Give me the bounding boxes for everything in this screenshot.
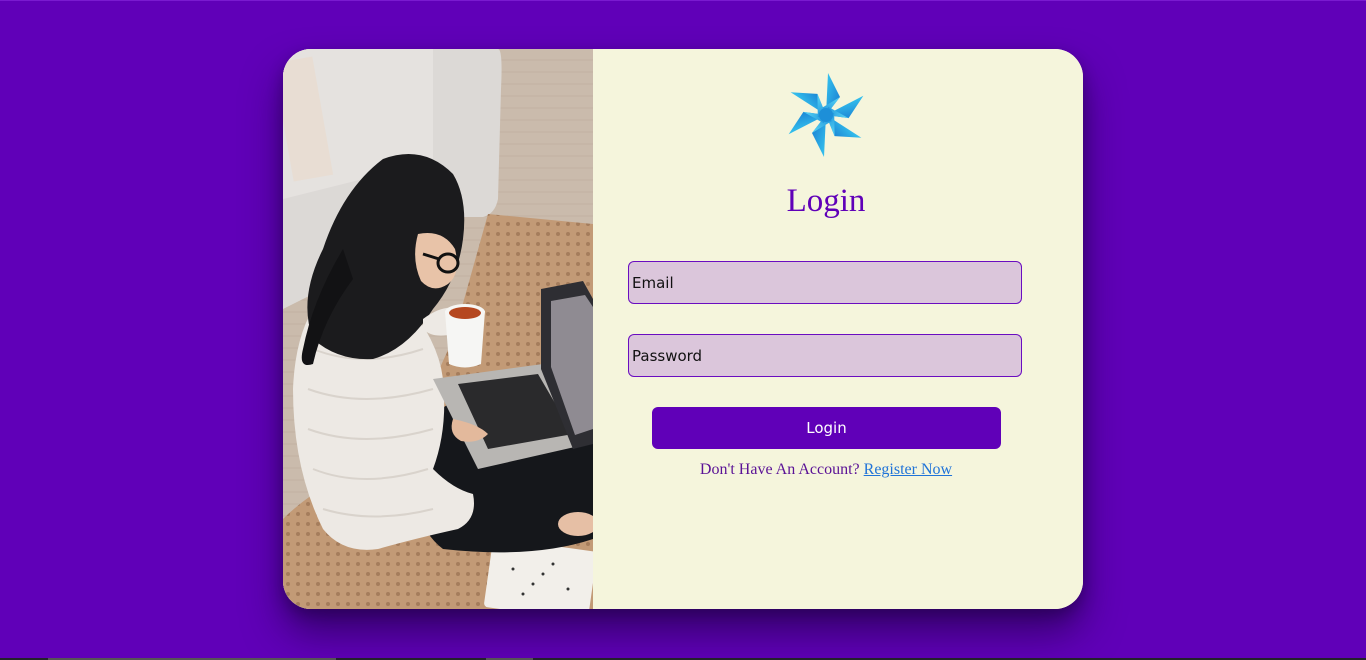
top-border-line (0, 0, 1366, 1)
register-prompt-text: Don't Have An Account? (699, 461, 860, 478)
hero-photo (283, 49, 593, 609)
password-field[interactable] (628, 334, 1022, 377)
register-prompt: Don't Have An Account? Register Now (593, 461, 1059, 479)
register-now-link[interactable]: Register Now (864, 461, 952, 478)
email-field[interactable] (628, 261, 1022, 304)
pinwheel-logo-icon (783, 71, 869, 159)
page-title: Login (786, 183, 866, 219)
login-card: Login Login Don't Have An Account? Regis… (283, 49, 1083, 609)
login-button[interactable]: Login (652, 407, 1001, 449)
login-form-panel: Login Login Don't Have An Account? Regis… (593, 49, 1083, 609)
